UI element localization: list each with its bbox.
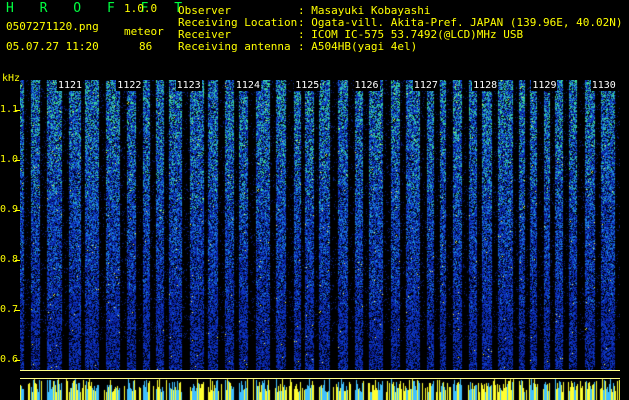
x-tick-label: 1129 — [531, 80, 558, 91]
filename-label: 0507271120.png — [6, 20, 99, 33]
mode-label: meteor — [124, 25, 164, 38]
y-tick-mark — [15, 210, 20, 211]
x-tick-label: 1123 — [175, 80, 202, 91]
spectrogram — [20, 80, 620, 370]
x-tick-label: 1128 — [472, 80, 499, 91]
x-tick-label: 1125 — [294, 80, 321, 91]
x-tick-label: 1126 — [353, 80, 380, 91]
version-label: 1.0.0 — [124, 2, 158, 15]
y-unit-label: kHz — [2, 73, 21, 84]
meteor-count: 86 — [139, 40, 153, 53]
antenna-label: Receiving antenna — [178, 40, 291, 53]
spectrogram-baseline — [20, 370, 620, 400]
y-tick-mark — [15, 360, 20, 361]
datetime-label: 05.07.27 11:20 — [6, 40, 99, 53]
x-tick-label: 1121 — [57, 80, 84, 91]
y-tick-mark — [15, 310, 20, 311]
app-logo: H R O F F T — [6, 1, 192, 16]
baseline-line-2 — [20, 378, 620, 379]
y-tick-mark — [15, 260, 20, 261]
x-tick-label: 1122 — [116, 80, 143, 91]
y-tick-mark — [15, 160, 20, 161]
y-tick-mark — [15, 110, 20, 111]
x-tick-label: 1130 — [590, 80, 617, 91]
x-tick-label: 1127 — [412, 80, 439, 91]
antenna-value: : A504HB(yagi 4el) — [298, 40, 418, 53]
baseline-line-1 — [20, 370, 620, 371]
x-tick-label: 1124 — [234, 80, 261, 91]
